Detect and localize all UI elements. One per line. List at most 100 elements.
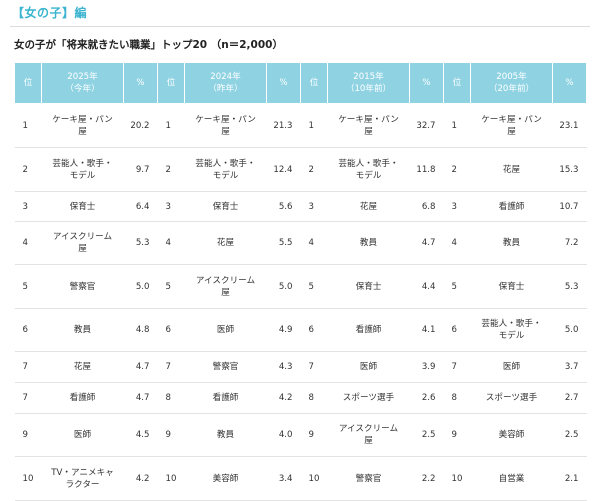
- percent-cell: 5.3: [552, 264, 587, 309]
- percent-cell: 4.2: [123, 456, 158, 501]
- job-text: 屋: [507, 126, 516, 137]
- job-text: 花屋: [502, 164, 521, 175]
- job-cell: ケーキ屋・パン屋: [184, 103, 267, 148]
- job-cell: 教員: [41, 308, 124, 352]
- job-text: 教員: [359, 238, 378, 248]
- job-cell: 保育士: [327, 264, 410, 309]
- header-pct-2015: %: [409, 62, 444, 104]
- job-cell: 看護師: [41, 382, 124, 414]
- job-text: 屋: [78, 244, 87, 254]
- rank-cell: 2: [300, 147, 328, 192]
- job-text: ケーキ屋・パン: [481, 114, 542, 125]
- job-text: 自営業: [498, 473, 525, 484]
- job-text: 屋: [364, 126, 373, 137]
- rank-cell: 7: [443, 351, 471, 383]
- rank-cell: 1: [443, 103, 471, 148]
- job-text: 屋: [221, 287, 230, 298]
- percent-cell: 2.1: [552, 456, 587, 501]
- job-cell: 美容師: [184, 456, 267, 501]
- job-text: ケーキ屋・パン: [195, 114, 256, 125]
- table-row: 6 教員 4.8 6 医師 4.9 6 看護師 4.1 6 芸能人・歌手・ モデル 5.0: [14, 308, 587, 352]
- percent-cell: 15.3: [552, 147, 587, 192]
- job-cell: 保育士: [470, 264, 553, 309]
- rank-cell: 4: [300, 221, 328, 265]
- job-cell: ケーキ屋・パン屋: [327, 103, 410, 148]
- job-text: 教員: [216, 430, 235, 440]
- job-text: 教員: [502, 238, 521, 248]
- percent-cell: 4.8: [123, 308, 158, 352]
- table-row: 5 警察官 5.0 5 アイスクリーム屋 5.0 5 保育士 4.4 5 保育士 5.3: [14, 264, 587, 309]
- job-text: 屋: [221, 126, 230, 137]
- percent-cell: 11.8: [409, 147, 444, 192]
- job-text: 教員: [73, 325, 92, 335]
- percent-cell: 10.7: [552, 191, 587, 222]
- rank-cell: 9: [14, 413, 42, 457]
- percent-cell: 12.4: [266, 147, 301, 192]
- job-cell: 医師: [41, 413, 124, 457]
- header-year-2025: 2025年 （今年）: [41, 62, 124, 104]
- header-rank-2005: 位: [443, 62, 471, 104]
- percent-cell: 4.4: [409, 264, 444, 309]
- rank-cell: 8: [443, 382, 471, 414]
- table-row: 10 TV・アニメキャ ラクター 4.2 10 美容師 3.4 10 警察官 2.2 10 自営業 2.…: [14, 456, 587, 501]
- job-cell: 美容師: [470, 413, 553, 457]
- job-text: 花屋: [73, 362, 92, 372]
- rank-cell: 5: [300, 264, 328, 309]
- job-text: 保育士: [355, 281, 382, 292]
- rank-cell: 3: [14, 191, 42, 222]
- percent-cell: 4.0: [266, 413, 301, 457]
- job-text: TV・アニメキャ: [51, 467, 114, 478]
- job-text: 芸能人・歌手・: [195, 158, 256, 169]
- table-caption: 女の子が「将来就きたい職業」トップ20 （n＝2,000）: [14, 39, 283, 51]
- job-cell: 看護師: [470, 191, 553, 222]
- percent-cell: 5.0: [123, 264, 158, 309]
- rank-cell: 1: [14, 103, 42, 148]
- percent-cell: 2.5: [409, 413, 444, 457]
- job-text: 医師: [73, 430, 92, 440]
- job-text: 看護師: [355, 325, 382, 335]
- table-row: 2 芸能人・歌手・ モデル 9.7 2 芸能人・歌手・ モデル 12.4 2 芸能人・歌手・ モデル…: [14, 147, 587, 192]
- job-cell: 医師: [327, 351, 410, 383]
- job-text: 芸能人・歌手・: [481, 319, 542, 329]
- percent-cell: 23.1: [552, 103, 587, 148]
- header-rank-2025: 位: [14, 62, 42, 104]
- table-row: 4 アイスクリーム屋 5.3 4 花屋 5.5 4 教員 4.7 4 教員 7.2: [14, 221, 587, 265]
- job-cell: 花屋: [41, 351, 124, 383]
- percent-cell: 4.7: [123, 382, 158, 414]
- rank-cell: 9: [300, 413, 328, 457]
- rank-cell: 5: [443, 264, 471, 309]
- job-text: 警察官: [355, 473, 382, 484]
- rank-cell: 2: [157, 147, 185, 192]
- job-text: 医師: [216, 325, 235, 335]
- percent-cell: 9.7: [123, 147, 158, 192]
- job-cell: アイスクリーム屋: [184, 264, 267, 309]
- job-cell: 芸能人・歌手・ モデル: [184, 147, 267, 192]
- rank-cell: 3: [300, 191, 328, 222]
- job-cell: 警察官: [41, 264, 124, 309]
- job-text: 看護師: [212, 393, 239, 403]
- rank-cell: 1: [300, 103, 328, 148]
- job-text: 保育士: [212, 201, 239, 212]
- rank-cell: 4: [14, 221, 42, 265]
- job-text: ケーキ屋・パン: [338, 114, 399, 125]
- rank-cell: 1: [157, 103, 185, 148]
- job-cell: TV・アニメキャ ラクター: [41, 456, 124, 501]
- job-text: 美容師: [498, 430, 525, 440]
- table-row: 1 ケーキ屋・パン屋 20.2 1 ケーキ屋・パン屋 21.3 1 ケーキ屋・パン屋 32.7 1…: [14, 103, 587, 148]
- job-cell: 看護師: [327, 308, 410, 352]
- percent-cell: 5.3: [123, 221, 158, 265]
- rank-cell: 4: [157, 221, 185, 265]
- job-cell: アイスクリーム屋: [327, 413, 410, 457]
- job-cell: 芸能人・歌手・ モデル: [41, 147, 124, 192]
- job-text: 保育士: [69, 201, 96, 212]
- section-title: 【女の子】編: [12, 6, 88, 20]
- rank-cell: 5: [14, 264, 42, 309]
- header-rank-2024: 位: [157, 62, 185, 104]
- header-pct-2024: %: [266, 62, 301, 104]
- job-cell: スポーツ選手: [327, 382, 410, 414]
- percent-cell: 4.1: [409, 308, 444, 352]
- header-rank-2015: 位: [300, 62, 328, 104]
- job-text: 医師: [359, 362, 378, 372]
- job-text: 看護師: [498, 201, 525, 212]
- percent-cell: 6.4: [123, 191, 158, 222]
